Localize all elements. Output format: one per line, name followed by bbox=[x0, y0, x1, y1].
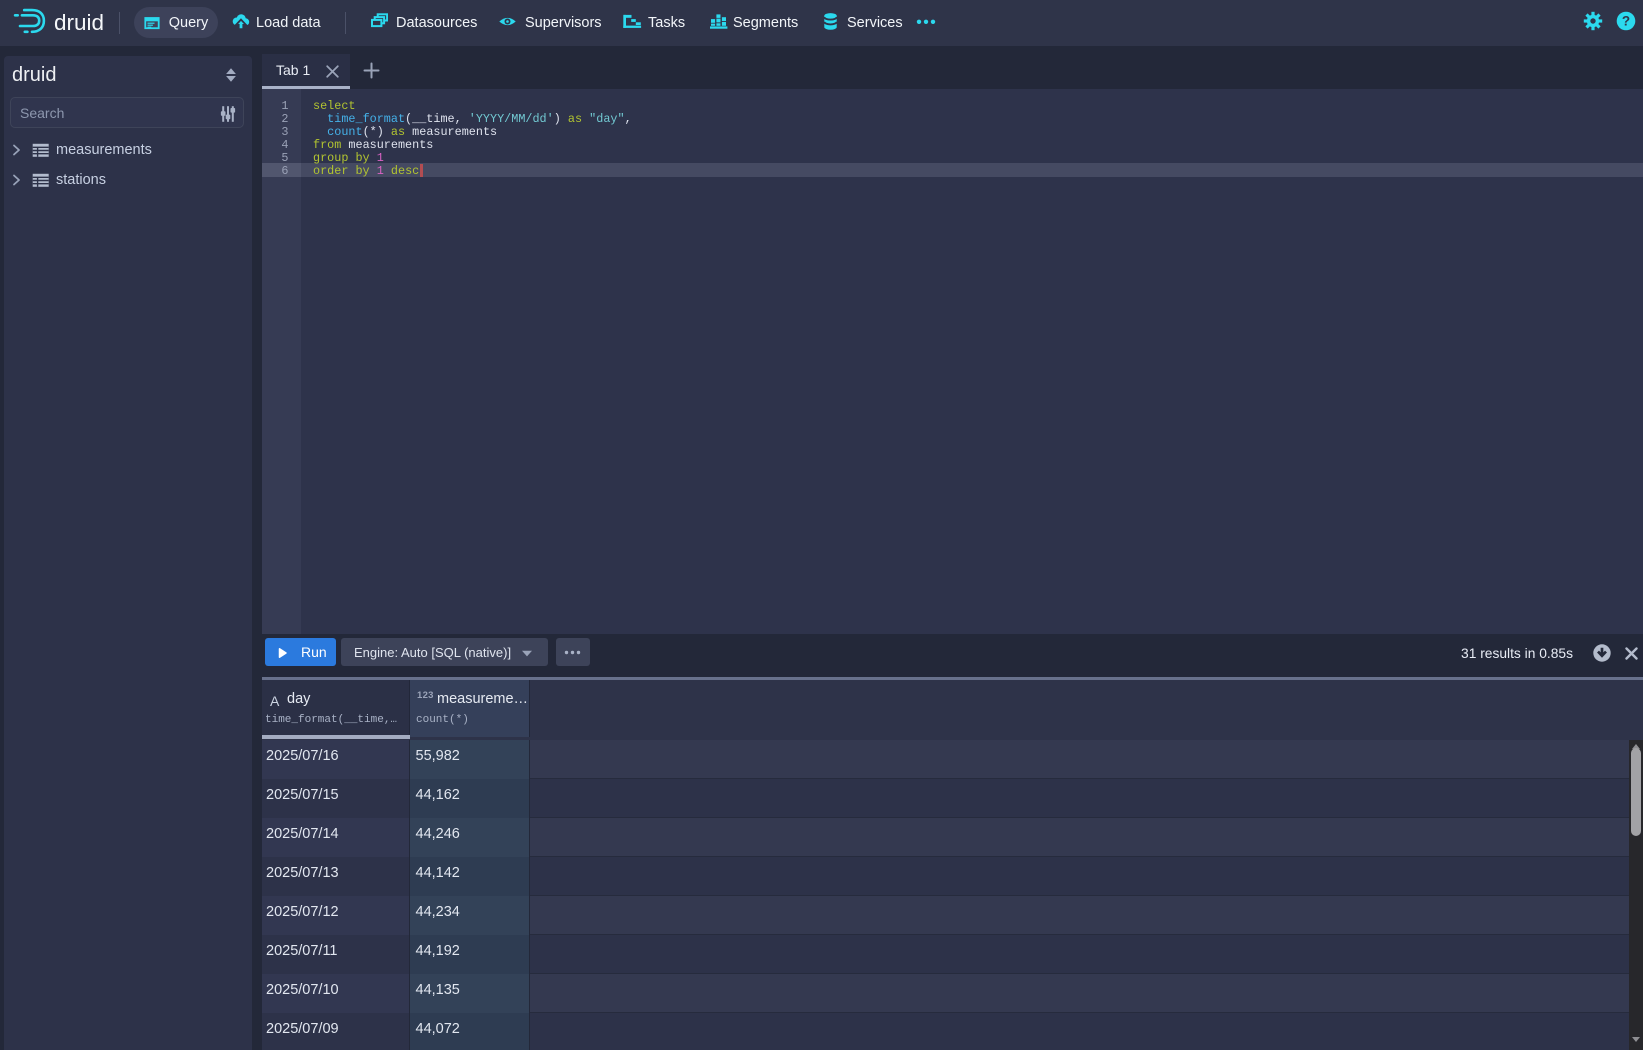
svg-text:?: ? bbox=[1622, 14, 1630, 29]
